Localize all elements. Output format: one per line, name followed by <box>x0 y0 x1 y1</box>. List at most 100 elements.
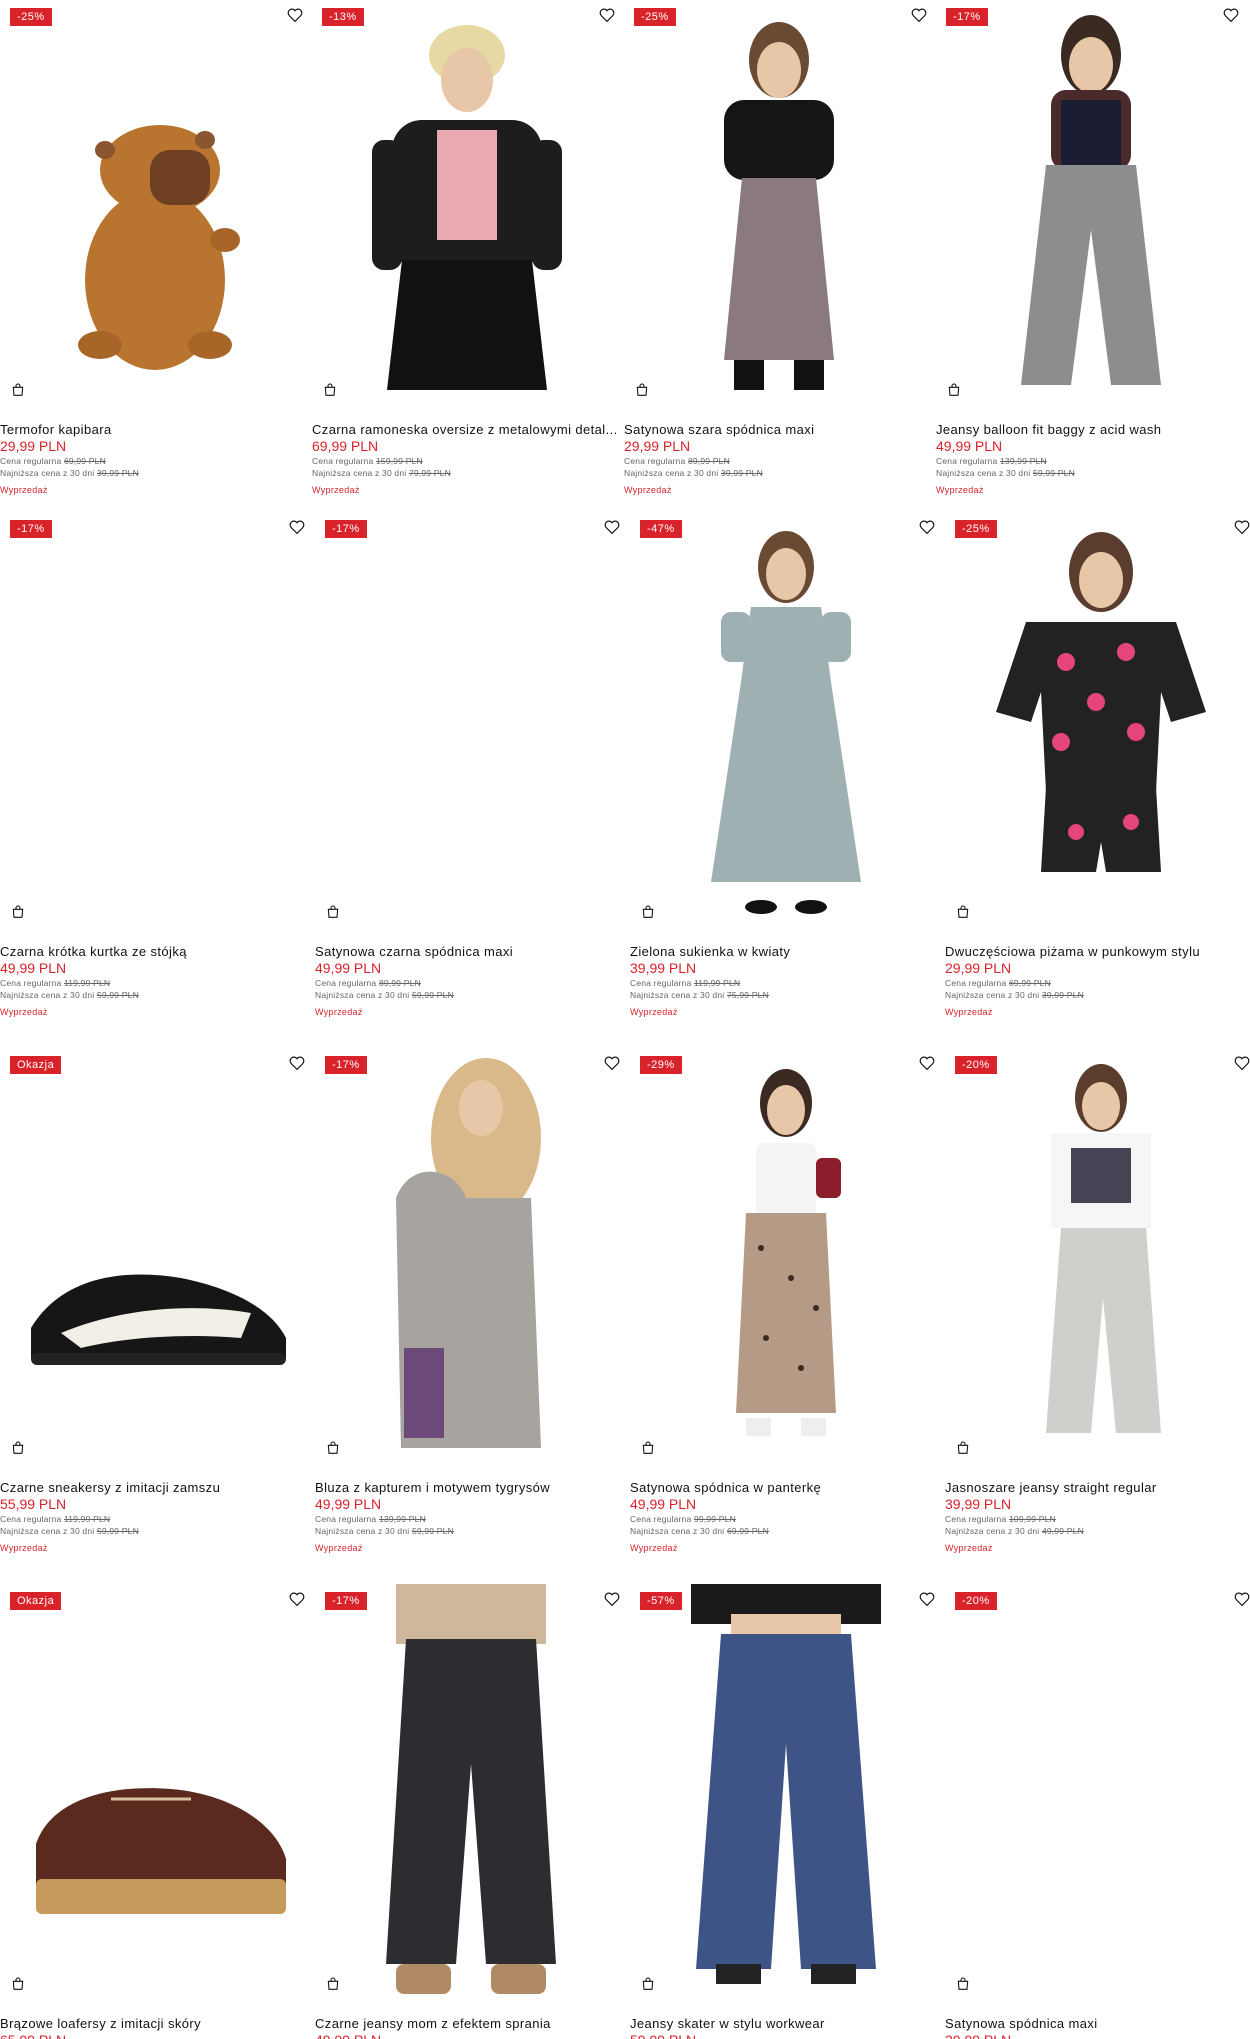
heart-outline-icon[interactable] <box>1233 518 1250 536</box>
heart-outline-icon[interactable] <box>918 1590 936 1608</box>
lowest-price-label: Najniższa cena z 30 dni <box>315 990 410 1000</box>
product-card[interactable]: -17% Czarna krótka kurtka ze stójką 49,99 … <box>0 512 312 1032</box>
shopping-bag-icon[interactable] <box>955 1976 971 1992</box>
sale-link[interactable]: Wyprzedaż <box>0 1542 312 1554</box>
regular-price-label: Cena regularna <box>630 978 692 988</box>
sale-link[interactable]: Wyprzedaż <box>0 1006 312 1018</box>
product-name[interactable]: Dwuczęściowa piżama w punkowym stylu <box>945 944 1250 960</box>
product-card[interactable]: -25% Termofor kapibara 29,99 PLN Cena regul… <box>0 0 310 520</box>
heart-outline-icon[interactable] <box>288 518 306 536</box>
shopping-bag-icon[interactable] <box>10 904 26 920</box>
product-name[interactable]: Satynowa szara spódnica maxi <box>624 422 934 438</box>
regular-price-line: Cena regularna 89,99 PLN <box>315 977 627 989</box>
sale-link[interactable]: Wyprzedaż <box>315 1542 627 1554</box>
product-image[interactable] <box>315 512 627 932</box>
product-card[interactable]: -17% Satynowa czarna spódnica maxi 49,99 P… <box>315 512 627 1032</box>
regular-price-line: Cena regularna 119,99 PLN <box>0 977 312 989</box>
heart-outline-icon[interactable] <box>1233 1590 1250 1608</box>
product-card[interactable]: Okazja Czarne sneakersy z imitacji zamszu… <box>0 1048 312 1568</box>
product-name[interactable]: Satynowa spódnica maxi <box>945 2016 1250 2032</box>
discount-badge: -57% <box>640 1592 682 1610</box>
product-image[interactable] <box>0 1048 312 1468</box>
heart-outline-icon[interactable] <box>288 1054 306 1072</box>
sale-link[interactable]: Wyprzedaż <box>630 1006 942 1018</box>
product-card[interactable]: -13% Czarna ramoneska oversize z metalowy… <box>312 0 622 520</box>
product-card[interactable]: -17% Bluza z kapturem i motywem tygrysów 4… <box>315 1048 627 1568</box>
heart-outline-icon[interactable] <box>603 1054 621 1072</box>
shopping-bag-icon[interactable] <box>640 904 656 920</box>
product-image[interactable] <box>312 0 622 420</box>
product-card[interactable]: -57% Jeansy skater w stylu workwear59,99 … <box>630 1584 942 2039</box>
product-image[interactable] <box>630 1584 942 2004</box>
heart-outline-icon[interactable] <box>286 6 304 24</box>
sale-link[interactable]: Wyprzedaż <box>624 484 934 496</box>
shopping-bag-icon[interactable] <box>10 1440 26 1456</box>
regular-price-line: Cena regularna 139,99 PLN <box>315 1513 627 1525</box>
shopping-bag-icon[interactable] <box>634 382 650 398</box>
product-card[interactable]: -29% Satynowa spódnica w panterkę 49,99 PL… <box>630 1048 942 1568</box>
product-image[interactable] <box>945 1584 1250 2004</box>
product-image[interactable] <box>315 1048 627 1468</box>
shopping-bag-icon[interactable] <box>955 904 971 920</box>
product-card[interactable]: -25% Dwuczęściowa piżama w punkowym stylu… <box>945 512 1250 1032</box>
product-name[interactable]: Termofor kapibara <box>0 422 310 438</box>
sale-link[interactable]: Wyprzedaż <box>312 484 622 496</box>
product-name[interactable]: Jeansy balloon fit baggy z acid wash <box>936 422 1246 438</box>
heart-outline-icon[interactable] <box>603 518 621 536</box>
product-image[interactable] <box>0 512 312 932</box>
sale-link[interactable]: Wyprzedaż <box>945 1006 1250 1018</box>
sale-link[interactable]: Wyprzedaż <box>936 484 1246 496</box>
product-card[interactable]: -17% Czarne jeansy mom z efektem sprania4… <box>315 1584 627 2039</box>
shopping-bag-icon[interactable] <box>640 1976 656 1992</box>
product-name[interactable]: Brązowe loafersy z imitacji skóry <box>0 2016 312 2032</box>
product-image[interactable] <box>630 1048 942 1468</box>
product-image[interactable] <box>0 1584 312 2004</box>
heart-outline-icon[interactable] <box>918 518 936 536</box>
shopping-bag-icon[interactable] <box>10 1976 26 1992</box>
product-card[interactable]: -25% Satynowa szara spódnica maxi 29,99 PL… <box>624 0 934 520</box>
sale-link[interactable]: Wyprzedaż <box>315 1006 627 1018</box>
product-image[interactable] <box>630 512 942 932</box>
product-name[interactable]: Zielona sukienka w kwiaty <box>630 944 942 960</box>
product-image[interactable] <box>945 1048 1250 1468</box>
product-name[interactable]: Bluza z kapturem i motywem tygrysów <box>315 1480 627 1496</box>
heart-outline-icon[interactable] <box>918 1054 936 1072</box>
product-name[interactable]: Czarne sneakersy z imitacji zamszu <box>0 1480 312 1496</box>
heart-outline-icon[interactable] <box>1222 6 1240 24</box>
sale-link[interactable]: Wyprzedaż <box>630 1542 942 1554</box>
product-card[interactable]: -20% Jasnoszare jeansy straight regular 39… <box>945 1048 1250 1568</box>
product-name[interactable]: Jeansy skater w stylu workwear <box>630 2016 942 2032</box>
heart-outline-icon[interactable] <box>603 1590 621 1608</box>
shopping-bag-icon[interactable] <box>640 1440 656 1456</box>
heart-outline-icon[interactable] <box>598 6 616 24</box>
product-card[interactable]: -47% Zielona sukienka w kwiaty 39,99 PLN Ce… <box>630 512 942 1032</box>
product-image[interactable] <box>936 0 1246 420</box>
product-name[interactable]: Czarne jeansy mom z efektem sprania <box>315 2016 627 2032</box>
discount-badge: -17% <box>325 1056 367 1074</box>
product-name[interactable]: Satynowa czarna spódnica maxi <box>315 944 627 960</box>
product-image[interactable] <box>624 0 934 420</box>
sale-link[interactable]: Wyprzedaż <box>0 484 310 496</box>
shopping-bag-icon[interactable] <box>10 382 26 398</box>
product-card[interactable]: -20% Satynowa spódnica maxi39,99 PLN <box>945 1584 1250 2039</box>
shopping-bag-icon[interactable] <box>322 382 338 398</box>
product-card[interactable]: -17% Jeansy balloon fit baggy z acid wash… <box>936 0 1246 520</box>
heart-outline-icon[interactable] <box>910 6 928 24</box>
product-info: Jeansy skater w stylu workwear59,99 PLN <box>630 2016 942 2039</box>
product-card[interactable]: Okazja Brązowe loafersy z imitacji skóry6… <box>0 1584 312 2039</box>
sale-link[interactable]: Wyprzedaż <box>945 1542 1250 1554</box>
heart-outline-icon[interactable] <box>288 1590 306 1608</box>
product-image[interactable] <box>0 0 310 420</box>
shopping-bag-icon[interactable] <box>325 904 341 920</box>
shopping-bag-icon[interactable] <box>325 1976 341 1992</box>
product-name[interactable]: Czarna ramoneska oversize z metalowymi d… <box>312 422 622 438</box>
product-image[interactable] <box>315 1584 627 2004</box>
product-name[interactable]: Satynowa spódnica w panterkę <box>630 1480 942 1496</box>
heart-outline-icon[interactable] <box>1233 1054 1250 1072</box>
shopping-bag-icon[interactable] <box>955 1440 971 1456</box>
product-name[interactable]: Czarna krótka kurtka ze stójką <box>0 944 312 960</box>
product-name[interactable]: Jasnoszare jeansy straight regular <box>945 1480 1250 1496</box>
shopping-bag-icon[interactable] <box>946 382 962 398</box>
shopping-bag-icon[interactable] <box>325 1440 341 1456</box>
product-image[interactable] <box>945 512 1250 932</box>
